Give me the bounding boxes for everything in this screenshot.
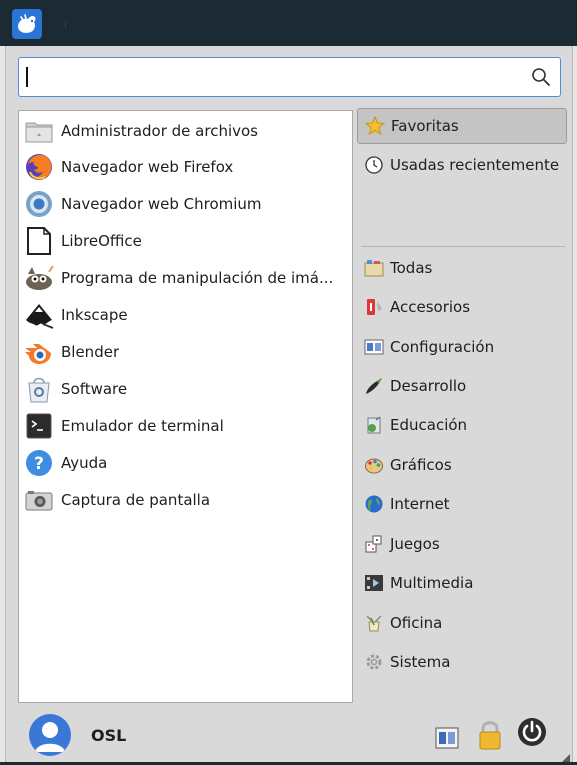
internet-icon	[363, 493, 385, 515]
terminal-icon	[23, 410, 55, 442]
power-icon[interactable]	[517, 717, 547, 751]
settings-icon	[363, 336, 385, 358]
star-icon	[364, 115, 386, 137]
chromium-icon	[23, 188, 55, 220]
category-games[interactable]: Juegos	[357, 526, 567, 562]
app-label: Navegador web Chromium	[61, 195, 262, 213]
category-label: Internet	[390, 495, 450, 513]
libreoffice-icon	[23, 225, 55, 257]
category-label: Oficina	[390, 614, 443, 632]
user-name: OSL	[91, 726, 127, 745]
app-label: Navegador web Firefox	[61, 158, 234, 176]
category-label: Sistema	[390, 653, 451, 671]
app-blender[interactable]: Blender	[23, 335, 348, 369]
accessories-icon	[363, 296, 385, 318]
category-settings[interactable]: Configuración	[357, 329, 567, 365]
app-label: Captura de pantalla	[61, 491, 211, 509]
system-icon	[363, 651, 385, 673]
category-education[interactable]: Educación	[357, 407, 567, 443]
category-favorites[interactable]: Favoritas	[357, 108, 567, 144]
application-menu: Administrador de archivos Navegador web …	[5, 46, 573, 765]
lock-icon[interactable]	[477, 719, 503, 755]
app-terminal[interactable]: Emulador de terminal	[23, 409, 348, 443]
panel-handle: ⁝	[64, 21, 67, 31]
category-label: Gráficos	[390, 456, 452, 474]
app-label: Emulador de terminal	[61, 417, 224, 435]
app-firefox[interactable]: Navegador web Firefox	[23, 150, 348, 184]
category-label: Todas	[390, 259, 433, 277]
svg-text:?: ?	[34, 454, 44, 474]
category-graphics[interactable]: Gráficos	[357, 447, 567, 483]
blender-icon	[23, 336, 55, 368]
office-icon	[363, 612, 385, 634]
category-accessories[interactable]: Accesorios	[357, 289, 567, 325]
xfce-mouse-icon	[18, 14, 36, 33]
category-label: Favoritas	[391, 117, 459, 135]
app-libreoffice[interactable]: LibreOffice	[23, 224, 348, 258]
app-label: Ayuda	[61, 454, 108, 472]
category-development[interactable]: Desarrollo	[357, 368, 567, 404]
category-multimedia[interactable]: Multimedia	[357, 565, 567, 601]
app-label: Administrador de archivos	[61, 122, 258, 140]
app-chromium[interactable]: Navegador web Chromium	[23, 187, 348, 221]
clock-icon	[363, 154, 385, 176]
category-internet[interactable]: Internet	[357, 486, 567, 522]
multimedia-icon	[363, 572, 385, 594]
category-label: Juegos	[390, 535, 440, 553]
folder-icon	[23, 115, 55, 147]
category-label: Desarrollo	[390, 377, 467, 395]
help-icon: ?	[23, 447, 55, 479]
software-icon	[23, 373, 55, 405]
app-file-manager[interactable]: Administrador de archivos	[23, 114, 348, 148]
app-screenshot[interactable]: Captura de pantalla	[23, 483, 348, 517]
app-label: Programa de manipulación de imá...	[61, 269, 334, 287]
category-label: Educación	[390, 416, 468, 434]
education-icon	[363, 414, 385, 436]
search-box[interactable]	[18, 57, 561, 97]
app-label: Blender	[61, 343, 120, 361]
category-label: Multimedia	[390, 574, 474, 592]
whisker-menu-button[interactable]	[12, 9, 42, 39]
settings-manager-icon[interactable]	[435, 727, 459, 753]
category-list: Favoritas Usadas recientemente Todas Acc…	[355, 108, 571, 671]
app-gimp[interactable]: Programa de manipulación de imá...	[23, 261, 348, 295]
inkscape-icon	[23, 299, 55, 331]
category-system[interactable]: Sistema	[357, 644, 567, 680]
top-panel: ⁝	[0, 0, 577, 46]
app-help[interactable]: ? Ayuda	[23, 446, 348, 480]
app-label: Inkscape	[61, 306, 128, 324]
user-icon	[35, 722, 65, 752]
app-label: LibreOffice	[61, 232, 142, 250]
category-label: Accesorios	[390, 298, 471, 316]
category-separator	[361, 246, 565, 247]
search-icon[interactable]	[531, 67, 551, 87]
category-label: Configuración	[390, 338, 495, 356]
search-input[interactable]	[23, 62, 527, 94]
firefox-icon	[23, 151, 55, 183]
gimp-icon	[23, 262, 55, 294]
app-label: Software	[61, 380, 128, 398]
graphics-icon	[363, 454, 385, 476]
all-apps-icon	[363, 257, 385, 279]
category-office[interactable]: Oficina	[357, 605, 567, 641]
category-recent[interactable]: Usadas recientemente	[357, 147, 567, 183]
avatar[interactable]	[29, 714, 71, 756]
menu-footer: OSL	[6, 703, 572, 765]
camera-icon	[23, 484, 55, 516]
development-icon	[363, 375, 385, 397]
category-label: Usadas recientemente	[390, 156, 560, 174]
category-all[interactable]: Todas	[357, 250, 567, 286]
games-icon	[363, 533, 385, 555]
favorites-list: Administrador de archivos Navegador web …	[18, 110, 353, 703]
app-software[interactable]: Software	[23, 372, 348, 406]
app-inkscape[interactable]: Inkscape	[23, 298, 348, 332]
